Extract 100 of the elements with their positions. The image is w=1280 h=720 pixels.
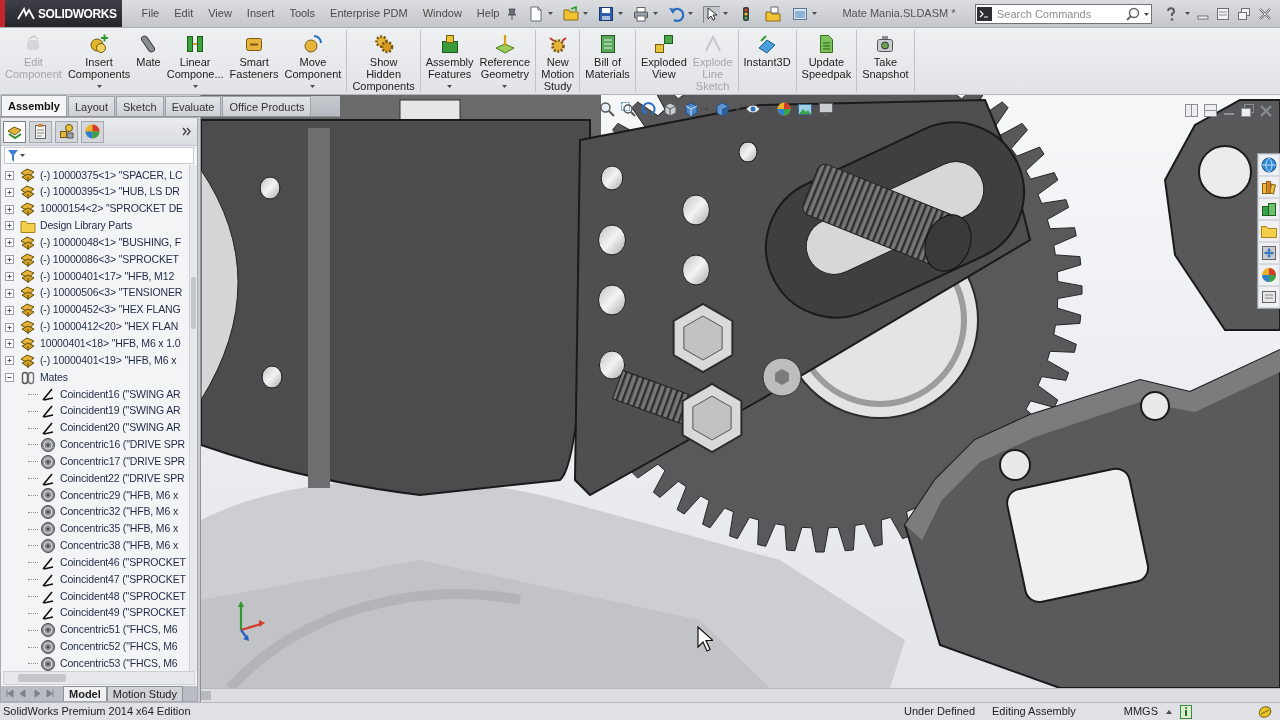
tree-item[interactable]: (-) 10000412<20> "HEX FLAN [40,319,179,335]
caret-icon[interactable] [1185,12,1190,15]
caret-icon[interactable] [310,85,316,88]
caret-icon[interactable] [582,12,588,15]
tree-item[interactable]: (-) 10000375<1> "SPACER, LC [40,167,183,184]
menu-item[interactable]: Edit [166,0,201,27]
document-info-icon[interactable] [1180,704,1192,719]
printer-icon[interactable] [631,4,650,23]
tree-item[interactable]: 10000401<18> "HFB, M6 x 1.0 [40,336,181,352]
magnifier-icon[interactable] [620,101,636,117]
ribbon-button[interactable]: Take Snapshot [859,30,912,92]
menu-item[interactable]: Window [415,0,470,27]
tree-item[interactable]: Coincident19 ("SWING AR [60,403,181,420]
caret-icon[interactable] [687,12,693,15]
tree-toggle-icon[interactable] [5,204,14,214]
caret-icon[interactable] [1144,12,1149,16]
tree-item[interactable]: Coincident46 ("SPROCKET [60,554,186,571]
tree-toggle-icon[interactable] [5,187,14,197]
tree-item[interactable]: Design Library Parts [40,218,133,234]
ribbon-button[interactable]: Assembly Features [422,30,477,92]
ribbon-button[interactable]: Exploded View [637,30,690,92]
shaded-cube-icon[interactable] [714,101,730,117]
ribbon-button[interactable]: Update Speedpak [798,30,855,92]
tree-item[interactable]: (-) 10000401<19> "HFB, M6 x [40,352,177,369]
tree-item[interactable]: (-) 10000401<17> "HFB, M12 [40,268,175,285]
tile-icon[interactable] [1216,6,1230,21]
menu-item[interactable]: File [134,0,167,27]
save-icon[interactable] [596,4,615,23]
tree-item[interactable]: Coincident47 ("SPROCKET [60,571,186,588]
ribbon-button[interactable]: Insert Components [64,30,134,92]
pointer-icon[interactable] [701,4,720,23]
restore-icon[interactable] [1241,104,1254,117]
horizontal-scrollbar[interactable] [3,671,195,685]
tree-toggle-icon[interactable] [5,305,14,315]
curved-arrow-icon[interactable] [641,101,657,117]
tree-item[interactable]: (-) 10000048<1> "BUSHING, F [40,234,181,251]
close-icon[interactable] [1258,6,1272,21]
tree-item[interactable]: Concentric35 ("HFB, M6 x [60,521,178,537]
tree-item[interactable]: Mates [40,369,68,386]
tree-item[interactable]: Coincident22 ("DRIVE SPR [60,470,185,487]
scene-icon[interactable] [797,101,813,117]
caret-icon[interactable] [96,85,102,88]
horizontal-scrollbar[interactable] [201,688,1280,702]
color-wheel-icon[interactable] [1259,265,1279,285]
tile-icon[interactable] [1204,104,1217,117]
caret-icon[interactable] [652,12,658,15]
caret-icon[interactable] [617,12,623,15]
caret-icon[interactable] [20,154,25,157]
arrows-icon[interactable] [1259,243,1279,263]
tree-item[interactable]: Concentric51 ("FHCS, M6 [60,622,178,639]
tree-toggle-icon[interactable] [5,339,14,349]
tree-item[interactable]: (-) 10000086<3> "SPROCKET [40,251,179,268]
caret-icon[interactable] [811,12,817,15]
tree-item[interactable]: Concentric52 ("FHCS, M6 [60,639,178,655]
ribbon-button[interactable]: New Motion Study [538,30,578,92]
menu-item[interactable]: Insert [239,0,282,27]
tree-item[interactable]: Concentric53 ("FHCS, M6 [60,656,178,671]
tree-item[interactable]: Coincident20 ("SWING AR [60,420,181,436]
tree-item[interactable]: Concentric32 ("HFB, M6 x [60,504,178,521]
command-tab[interactable]: Office Products [222,96,312,116]
magnifier-icon[interactable] [599,101,615,117]
command-tab[interactable]: Sketch [116,96,164,116]
section-cube-icon[interactable] [662,101,678,117]
document-folder-icon[interactable] [763,4,782,23]
color-sphere-icon[interactable] [776,101,792,117]
tree-item[interactable]: Concentric38 ("HFB, M6 x [60,538,178,554]
tree-item[interactable]: 10000154<2> "SPROCKET DE [40,201,183,217]
caret-icon[interactable] [447,85,453,88]
tree-toggle-icon[interactable] [5,255,14,265]
tree-item[interactable]: Concentric16 ("DRIVE SPR [60,437,185,453]
books-icon[interactable] [1259,177,1279,197]
filter-field[interactable] [4,147,194,164]
globe-icon[interactable] [1259,155,1279,175]
tree-toggle-icon[interactable] [5,238,14,248]
tree-item[interactable]: Concentric17 ("DRIVE SPR [60,453,185,470]
tree-item[interactable]: Coincident48 ("SPROCKET [60,588,186,605]
caret-icon[interactable] [722,12,728,15]
tree-item[interactable]: (-) 10000506<3> "TENSIONER [40,285,183,302]
search-icon[interactable] [1126,6,1140,21]
caret-icon[interactable] [547,12,553,15]
pin-icon[interactable] [506,7,517,20]
command-tab[interactable]: Assembly [1,95,67,116]
tree-toggle-icon[interactable] [5,288,14,298]
cube-icon[interactable] [683,101,699,117]
tree-toggle-icon[interactable] [5,373,14,383]
tree-toggle-icon[interactable] [5,170,14,180]
tree-toggle-icon[interactable] [5,272,14,281]
tree-item[interactable]: Coincident49 ("SPROCKET [60,605,186,622]
restore-icon[interactable] [1237,6,1251,21]
view-tab[interactable]: Motion Study [106,686,183,701]
caret-icon[interactable] [1166,709,1172,714]
folder-icon[interactable] [1259,221,1279,241]
panel-tab[interactable] [55,120,78,143]
units-label[interactable]: MMGS [1123,703,1158,720]
tree-item[interactable]: (-) 10000452<3> "HEX FLANG [40,302,181,319]
caret-icon[interactable] [192,85,198,88]
tree-item[interactable]: Concentric29 ("HFB, M6 x [60,487,178,504]
tree-toggle-icon[interactable] [5,221,14,231]
ribbon-button[interactable]: Mate [133,30,164,92]
tree-toggle-icon[interactable] [5,356,14,366]
